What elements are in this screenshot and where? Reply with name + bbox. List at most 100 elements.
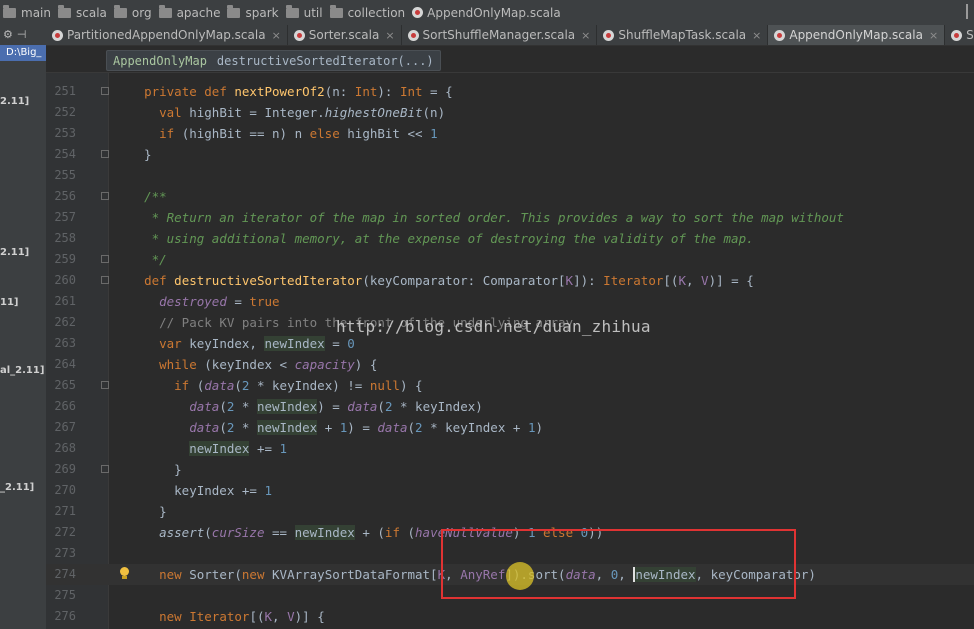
code-token: ) (535, 420, 543, 435)
gear-icon[interactable]: ⚙ (3, 28, 13, 41)
project-toolbar: ⚙ ⊣ (0, 25, 46, 43)
code-line[interactable]: 253 if (highBit == n) n else highBit << … (46, 123, 974, 144)
line-number: 263 (54, 336, 76, 350)
code-line[interactable]: 276 new Iterator[(K, V)] { (46, 606, 974, 627)
code-token: ]): (573, 273, 604, 288)
close-icon[interactable]: × (929, 29, 938, 42)
line-number: 258 (54, 231, 76, 245)
code-line[interactable]: 258 * using additional memory, at the ex… (46, 228, 974, 249)
code-line[interactable]: 257 * Return an iterator of the map in s… (46, 207, 974, 228)
code-line[interactable]: 251 private def nextPowerOf2(n: Int): In… (46, 81, 974, 102)
code-token: } (129, 504, 167, 519)
code-line[interactable]: 270 keyIndex += 1 (46, 480, 974, 501)
code-line[interactable]: 267 data(2 * newIndex + 1) = data(2 * ke… (46, 417, 974, 438)
fold-marker-icon[interactable] (101, 192, 109, 200)
code-token: * Return an iterator of the map in sorte… (151, 210, 844, 225)
code-token: private def (144, 84, 235, 99)
scala-file-icon (52, 29, 63, 41)
code-line[interactable]: 271 } (46, 501, 974, 522)
tab-label: SortDataFormat.scala (966, 28, 974, 42)
code-token: + ( (354, 525, 385, 540)
code-token: } (129, 147, 152, 162)
mouse-pointer-indicator (506, 562, 534, 590)
code-line[interactable]: 260 def destructiveSortedIterator(keyCom… (46, 270, 974, 291)
scope-class[interactable]: AppendOnlyMap (113, 54, 207, 68)
close-icon[interactable]: × (385, 29, 394, 42)
fold-marker-icon[interactable] (101, 87, 109, 95)
code-line[interactable]: 259 */ (46, 249, 974, 270)
code-token: = (226, 294, 250, 309)
fold-marker-icon[interactable] (101, 255, 109, 263)
project-item[interactable]: al_2.11] (0, 365, 44, 376)
scope-method[interactable]: destructiveSortedIterator(...) (217, 54, 434, 68)
code-line[interactable]: 256 /** (46, 186, 974, 207)
code-text: */ (129, 249, 167, 270)
code-text: private def nextPowerOf2(n: Int): Int = … (129, 81, 453, 102)
code-line[interactable]: 269 } (46, 459, 974, 480)
code-text: var keyIndex, newIndex = 0 (129, 333, 355, 354)
code-token: (keyIndex < (204, 357, 295, 372)
line-number: 265 (54, 378, 76, 392)
editor-tab[interactable]: PartitionedAppendOnlyMap.scala × (46, 25, 288, 45)
close-icon[interactable]: × (272, 29, 281, 42)
code-token: 1 (264, 483, 272, 498)
code-token: def (144, 273, 175, 288)
breadcrumb-item[interactable]: scala (55, 4, 111, 20)
code-token: == (264, 525, 295, 540)
editor-tab[interactable]: Sorter.scala × (288, 25, 402, 45)
code-line[interactable]: 255 (46, 165, 974, 186)
fold-marker-icon[interactable] (101, 465, 109, 473)
code-token: 1 (279, 441, 288, 456)
code-token: capacity (294, 357, 355, 372)
project-item[interactable]: 2.11] (0, 96, 29, 107)
line-number: 257 (54, 210, 76, 224)
breadcrumb-item[interactable]: apache (156, 4, 225, 20)
line-number: 262 (54, 315, 76, 329)
code-token: keyIndex, (189, 336, 265, 351)
watermark: http://blog.csdn.net/duan_zhihua (336, 317, 651, 336)
line-number: 268 (54, 441, 76, 455)
breadcrumb-item[interactable]: collection (327, 4, 410, 20)
breadcrumb-item[interactable]: spark (224, 4, 282, 20)
scroll-from-source-icon[interactable]: ⊣ (17, 28, 27, 41)
breadcrumb-item[interactable]: org (111, 4, 156, 20)
project-item[interactable]: _2.11] (0, 482, 34, 493)
breadcrumb-item[interactable]: util (283, 4, 327, 20)
breadcrumb-item[interactable]: main (0, 4, 55, 20)
line-number: 264 (54, 357, 76, 371)
editor-tab[interactable]: SortShuffleManager.scala × (402, 25, 598, 45)
editor-tab[interactable]: ShuffleMapTask.scala × (597, 25, 769, 45)
breadcrumb-label: util (303, 5, 323, 20)
close-icon[interactable]: × (581, 29, 590, 42)
fold-marker-icon[interactable] (101, 276, 109, 284)
code-token: ) { (354, 357, 378, 372)
code-token: KVArraySortDataFormat[ (272, 567, 438, 582)
highlight-annotation-box (441, 529, 796, 599)
tab-label: SortShuffleManager.scala (422, 28, 576, 42)
code-line[interactable]: 254 } (46, 144, 974, 165)
code-line[interactable]: 266 data(2 * newIndex) = data(2 * keyInd… (46, 396, 974, 417)
line-number: 254 (54, 147, 76, 161)
close-icon[interactable]: × (752, 29, 761, 42)
scope-breadcrumb[interactable]: AppendOnlyMap destructiveSortedIterator(… (106, 50, 441, 71)
code-line[interactable]: 261 destroyed = true (46, 291, 974, 312)
code-line[interactable]: 268 newIndex += 1 (46, 438, 974, 459)
code-line[interactable]: 265 if (data(2 * keyIndex) != null) { (46, 375, 974, 396)
fold-marker-icon[interactable] (101, 381, 109, 389)
folder-icon (227, 4, 241, 18)
code-line[interactable]: 264 while (keyIndex < capacity) { (46, 354, 974, 375)
code-line[interactable]: 263 var keyIndex, newIndex = 0 (46, 333, 974, 354)
code-line[interactable]: 252 val highBit = Integer.highestOneBit(… (46, 102, 974, 123)
tab-label: Sorter.scala (308, 28, 380, 42)
editor-tab[interactable]: AppendOnlyMap.scala × (768, 25, 946, 45)
project-item[interactable]: 2.11] (0, 247, 29, 258)
code-text: keyIndex += 1 (129, 480, 272, 501)
code-token: )] = { (708, 273, 754, 288)
editor-tab[interactable]: SortDataFormat.scala× (945, 25, 974, 45)
breadcrumb-item[interactable]: AppendOnlyMap.scala (409, 6, 565, 20)
project-item[interactable]: 11] (0, 297, 19, 308)
fold-marker-icon[interactable] (101, 150, 109, 158)
project-path[interactable]: D:\Big_ (0, 45, 46, 61)
